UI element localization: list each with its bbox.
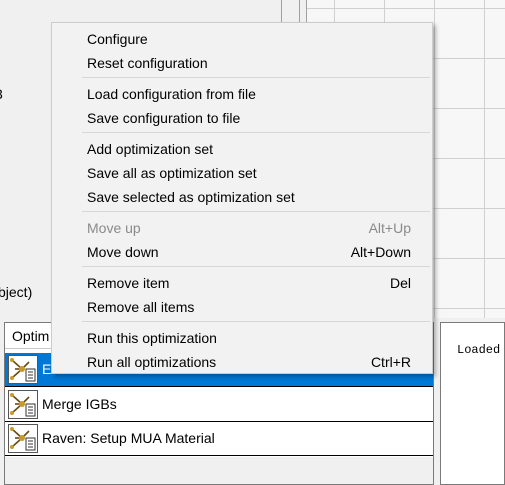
menu-item-label: Remove item (87, 275, 170, 291)
property-fragment: 3 (0, 86, 3, 102)
optimization-icon (8, 355, 38, 384)
menu-item-load-configuration[interactable]: Load configuration from file (52, 82, 432, 106)
menu-item-move-up[interactable]: Move up Alt+Up (52, 216, 432, 240)
menu-item-label: Configure (87, 31, 148, 47)
menu-item-reset-configuration[interactable]: Reset configuration (52, 51, 432, 75)
menu-item-run-this-optimization[interactable]: Run this optimization (52, 326, 432, 350)
menu-item-remove-item[interactable]: Remove item Del (52, 271, 432, 295)
menu-item-label: Save selected as optimization set (87, 189, 295, 205)
log-output[interactable]: Loaded (440, 322, 505, 485)
menu-item-label: Load configuration from file (87, 86, 256, 102)
menu-item-label: Save all as optimization set (87, 165, 257, 181)
menu-separator (82, 211, 430, 212)
splitter-line (281, 0, 282, 22)
menu-item-label: Save configuration to file (87, 110, 241, 126)
menu-item-label: Reset configuration (87, 55, 208, 71)
menu-item-label: Run all optimizations (87, 354, 217, 370)
row-label: E (42, 361, 52, 377)
context-menu: Configure Reset configuration Load confi… (51, 22, 433, 374)
property-fragment: bject) (0, 284, 33, 300)
optimization-icon (8, 390, 38, 419)
menu-item-label: Move up (87, 220, 141, 236)
menu-item-save-all-as-set[interactable]: Save all as optimization set (52, 161, 432, 185)
menu-item-run-all-optimizations[interactable]: Run all optimizations Ctrl+R (52, 350, 432, 374)
menu-item-configure[interactable]: Configure (52, 27, 432, 51)
menu-item-remove-all-items[interactable]: Remove all items (52, 295, 432, 319)
menu-item-label: Run this optimization (87, 330, 217, 346)
row-label: Merge IGBs (42, 396, 117, 412)
menu-item-shortcut: Del (389, 275, 411, 291)
list-row[interactable]: Raven: Setup MUA Material (5, 422, 433, 456)
optimization-icon (8, 424, 38, 453)
menu-separator (82, 266, 430, 267)
menu-separator (82, 321, 430, 322)
menu-separator (82, 132, 430, 133)
menu-separator (82, 77, 430, 78)
menu-item-save-configuration[interactable]: Save configuration to file (52, 106, 432, 130)
menu-item-move-down[interactable]: Move down Alt+Down (52, 240, 432, 264)
log-text: Loaded (457, 343, 501, 357)
menu-item-shortcut: Alt+Up (368, 220, 411, 236)
menu-item-label: Move down (87, 244, 159, 260)
menu-item-label: Add optimization set (87, 141, 214, 157)
splitter-line (299, 0, 300, 22)
menu-item-shortcut: Ctrl+R (370, 354, 411, 370)
menu-item-label: Remove all items (87, 299, 195, 315)
menu-item-save-selected-as-set[interactable]: Save selected as optimization set (52, 185, 432, 209)
list-empty-area[interactable] (5, 457, 433, 484)
menu-item-shortcut: Alt+Down (350, 244, 411, 260)
column-header-label: Optim (12, 328, 50, 344)
list-row[interactable]: Merge IGBs (5, 388, 433, 422)
row-label: Raven: Setup MUA Material (42, 430, 215, 446)
menu-item-add-optimization-set[interactable]: Add optimization set (52, 137, 432, 161)
